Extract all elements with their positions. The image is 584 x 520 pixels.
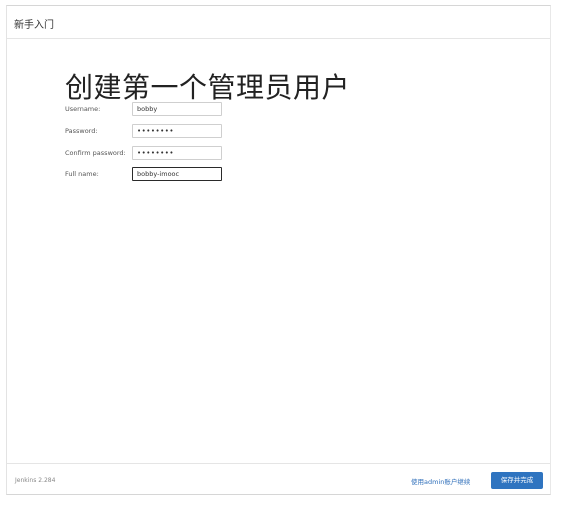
username-label: Username: bbox=[65, 105, 101, 113]
password-field[interactable]: •••••••• bbox=[132, 124, 222, 138]
username-field[interactable]: bobby bbox=[132, 102, 222, 116]
version-label: Jenkins 2.284 bbox=[15, 477, 56, 484]
dialog-header: 新手入门 bbox=[7, 6, 550, 39]
page-heading: 创建第一个管理员用户 bbox=[65, 71, 351, 104]
confirm-password-field[interactable]: •••••••• bbox=[132, 146, 222, 160]
setup-wizard-dialog: 新手入门 创建第一个管理员用户 Username: bobby Password… bbox=[6, 5, 551, 495]
full-name-label: Full name: bbox=[65, 170, 99, 178]
full-name-field[interactable]: bobby-imooc bbox=[132, 167, 222, 181]
dialog-footer: Jenkins 2.284 使用admin账户继续 保存并完成 bbox=[7, 463, 550, 494]
save-and-finish-button[interactable]: 保存并完成 bbox=[491, 472, 543, 489]
dialog-title: 新手入门 bbox=[14, 20, 54, 31]
continue-as-admin-button[interactable]: 使用admin账户继续 bbox=[411, 476, 470, 486]
password-label: Password: bbox=[65, 127, 98, 135]
confirm-password-label: Confirm password: bbox=[65, 149, 126, 157]
